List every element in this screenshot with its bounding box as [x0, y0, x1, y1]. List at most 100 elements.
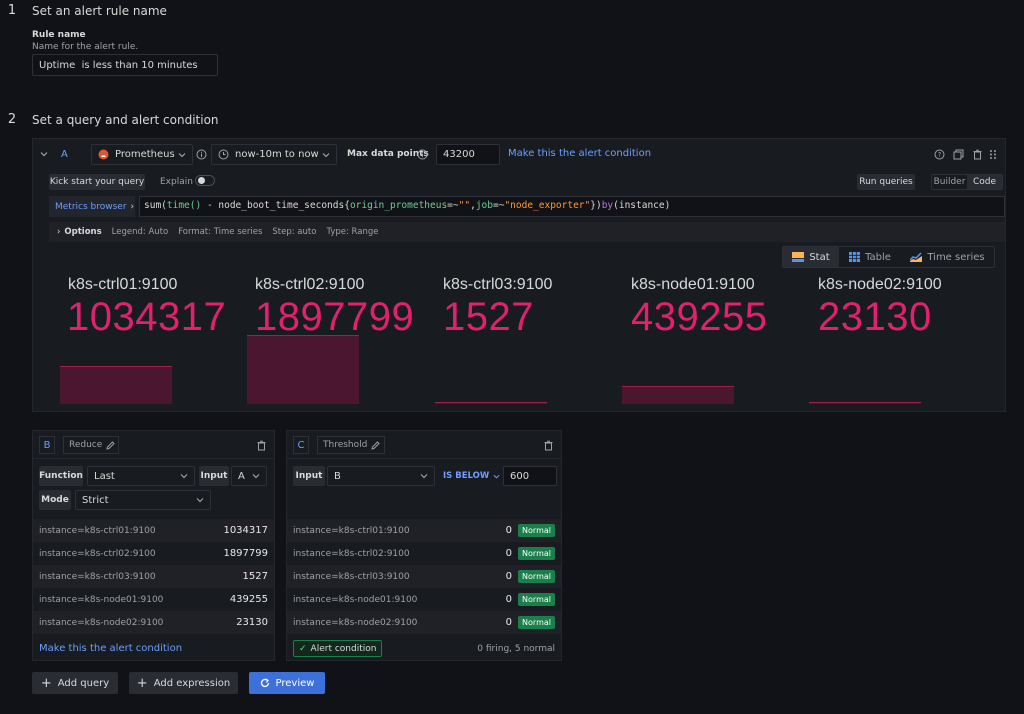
result-row: instance=k8s-ctrl01:9100 0 Normal	[287, 519, 561, 542]
chevron-down-icon	[420, 472, 428, 480]
explain-label: Explain	[160, 177, 193, 187]
prometheus-icon	[98, 149, 109, 160]
threshold-expression-panel: C Threshold Input B IS BELOW 600 instanc…	[286, 430, 562, 661]
pencil-icon	[106, 440, 116, 450]
max-data-points-input[interactable]: 43200	[436, 144, 500, 165]
preview-view-switch: Stat Table Time series	[782, 246, 995, 268]
stat-sparkline	[435, 402, 547, 404]
timeseries-view-tab[interactable]: Time series	[901, 247, 994, 267]
result-row: instance=k8s-node01:9100 0 Normal	[287, 588, 561, 611]
stat-icon	[792, 252, 805, 262]
time-range-picker[interactable]: now-10m to now	[211, 144, 337, 165]
mode-select[interactable]: Strict	[75, 490, 211, 510]
options-legend: Legend: Auto	[111, 227, 169, 237]
function-select[interactable]: Last	[87, 466, 195, 486]
info-icon[interactable]	[196, 149, 207, 160]
result-row: instance=k8s-node02:9100 23130	[33, 611, 274, 634]
query-a-panel: A Prometheus now-10m to now Max data poi…	[32, 138, 1006, 412]
svg-text:?: ?	[938, 151, 942, 159]
rule-name-value: Uptime is less than 10 minutes	[39, 59, 198, 71]
result-row: instance=k8s-node01:9100 439255	[39, 594, 268, 605]
help-icon[interactable]: ?	[934, 149, 945, 160]
status-badge: Normal	[518, 593, 555, 606]
input-select[interactable]: B	[327, 466, 435, 486]
add-expression-button[interactable]: + Add expression	[129, 672, 238, 694]
status-badge: Normal	[518, 547, 555, 560]
rule-name-label: Rule name	[32, 30, 86, 40]
clock-icon	[218, 149, 229, 160]
builder-tab[interactable]: Builder	[932, 175, 967, 189]
trash-icon[interactable]	[256, 440, 267, 451]
stat-view-tab[interactable]: Stat	[783, 247, 839, 267]
table-view-tab[interactable]: Table	[839, 247, 901, 267]
datasource-picker[interactable]: Prometheus	[91, 144, 193, 165]
step-2-number: 2	[7, 112, 17, 127]
rule-name-input[interactable]: Uptime is less than 10 minutes	[32, 54, 218, 76]
chevron-down-icon	[178, 151, 186, 159]
reduce-results: instance=k8s-ctrl01:9100 1034317 instance…	[33, 519, 274, 634]
firing-summary: 0 firing, 5 normal	[477, 644, 555, 654]
metrics-browser-label: Metrics browser	[55, 201, 127, 212]
function-label: Function	[39, 466, 83, 486]
trash-icon[interactable]	[543, 440, 554, 451]
duplicate-icon[interactable]	[953, 149, 964, 160]
kick-start-button[interactable]: Kick start your query	[49, 174, 145, 190]
alert-condition-badge: ✓ Alert condition	[293, 640, 383, 657]
chevron-down-icon	[322, 151, 330, 159]
chevron-down-icon[interactable]	[39, 149, 49, 159]
input-label: Input	[293, 466, 325, 486]
options-label: Options	[64, 227, 102, 237]
result-row: instance=k8s-ctrl03:9100 0 Normal	[287, 565, 561, 588]
options-step: Step: auto	[272, 227, 317, 237]
result-row: instance=k8s-ctrl02:9100 0 Normal	[287, 542, 561, 565]
check-icon: ✓	[299, 643, 307, 654]
chevron-down-icon	[493, 471, 500, 481]
trash-icon[interactable]	[972, 149, 983, 160]
step-1-number: 1	[7, 3, 17, 18]
make-alert-condition-link[interactable]: Make this the alert condition	[39, 643, 182, 654]
query-editor[interactable]: sum(time() - node_boot_time_seconds{orig…	[139, 196, 1005, 217]
max-data-points-value: 43200	[443, 149, 475, 160]
add-query-button[interactable]: + Add query	[32, 672, 118, 694]
datasource-name: Prometheus	[115, 149, 175, 160]
threshold-operator-select[interactable]: IS BELOW	[443, 471, 500, 481]
expression-name-c[interactable]: Threshold	[317, 436, 385, 454]
expression-name-b[interactable]: Reduce	[63, 436, 119, 454]
stat-sparkline	[622, 386, 734, 404]
toggle-knob	[198, 177, 205, 184]
run-queries-button[interactable]: Run queries	[857, 174, 915, 190]
input-select[interactable]: A	[231, 466, 267, 486]
stat-label: k8s-node02:9100	[818, 276, 942, 293]
stat-sparkline	[60, 366, 172, 404]
explain-toggle[interactable]	[195, 175, 215, 186]
stat-value: 1527	[443, 295, 534, 339]
stat-value: 23130	[818, 295, 932, 339]
reduce-expression-panel: B Reduce Function Last Input A Mode Stri…	[32, 430, 275, 661]
time-range-value: now-10m to now	[235, 149, 319, 160]
plus-icon: +	[136, 675, 148, 691]
threshold-results: instance=k8s-ctrl01:9100 0 Normal instance…	[287, 519, 561, 634]
drag-handle-icon[interactable]	[989, 149, 997, 160]
expression-ref-b[interactable]: B	[39, 436, 55, 454]
table-icon	[849, 252, 861, 262]
info-icon[interactable]	[417, 149, 428, 160]
make-alert-condition-link[interactable]: Make this the alert condition	[508, 148, 651, 159]
stat-sparkline	[247, 335, 359, 404]
threshold-value-input[interactable]: 600	[503, 466, 557, 486]
chevron-right-icon: ›	[57, 227, 61, 237]
metrics-browser-button[interactable]: Metrics browser ›	[49, 196, 135, 217]
expression-ref-c[interactable]: C	[293, 436, 309, 454]
code-tab[interactable]: Code	[967, 175, 1002, 189]
stat-label: k8s-node01:9100	[631, 276, 755, 293]
preview-button[interactable]: Preview	[249, 672, 325, 694]
query-options-row[interactable]: › Options Legend: Auto Format: Time seri…	[49, 222, 1005, 242]
step-2-title: Set a query and alert condition	[32, 113, 219, 127]
query-ref-a[interactable]: A	[61, 149, 68, 160]
pencil-icon	[371, 440, 381, 450]
result-row: instance=k8s-ctrl02:9100 1897799	[39, 548, 268, 559]
plus-icon: +	[40, 675, 52, 691]
stat-sparkline	[809, 402, 921, 404]
stat-label: k8s-ctrl03:9100	[443, 276, 553, 293]
chevron-down-icon	[196, 496, 204, 504]
timeseries-icon	[910, 252, 923, 262]
